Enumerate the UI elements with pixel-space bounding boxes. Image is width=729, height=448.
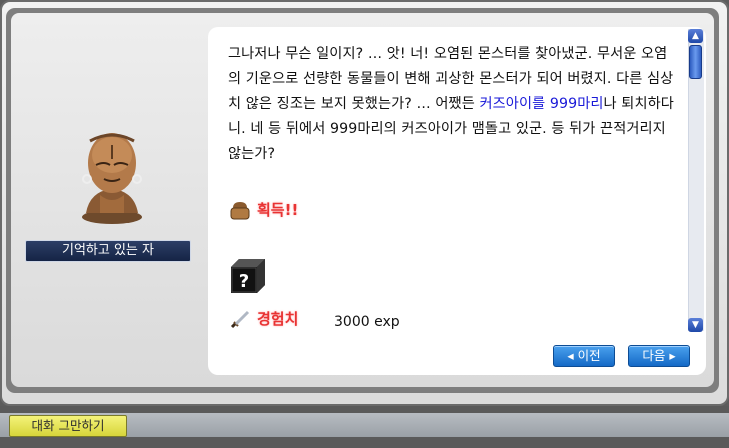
scrollbar-thumb[interactable]: [689, 45, 702, 79]
unknown-item-icon[interactable]: ?: [229, 257, 267, 295]
obtain-label: 획득!!: [257, 201, 299, 219]
next-button[interactable]: 다음 ▸: [628, 345, 690, 367]
sword-icon: [230, 310, 250, 328]
npc-portrait: [82, 133, 142, 224]
end-chat-button[interactable]: 대화 그만하기: [9, 415, 127, 437]
bag-icon: [230, 201, 250, 219]
obtain-row: 획득!!: [229, 199, 298, 220]
scroll-up-button[interactable]: ▲: [688, 29, 703, 43]
unknown-item-glyph: ?: [239, 271, 249, 292]
exp-label: 경험치: [257, 310, 299, 328]
prev-button[interactable]: ◂ 이전: [553, 345, 615, 367]
exp-row: 경험치: [229, 308, 298, 329]
exp-value: 3000 exp: [334, 314, 400, 330]
dialog-text: 그나저나 무슨 일이지? … 앗! 너! 오염된 몬스터를 찾아냈군. 무서운 …: [228, 42, 678, 167]
scroll-down-button[interactable]: ▼: [688, 318, 703, 332]
npc-name-label: 기억하고 있는 자: [25, 240, 191, 262]
dialog-highlight: 커즈아이를 999마리: [479, 96, 604, 112]
